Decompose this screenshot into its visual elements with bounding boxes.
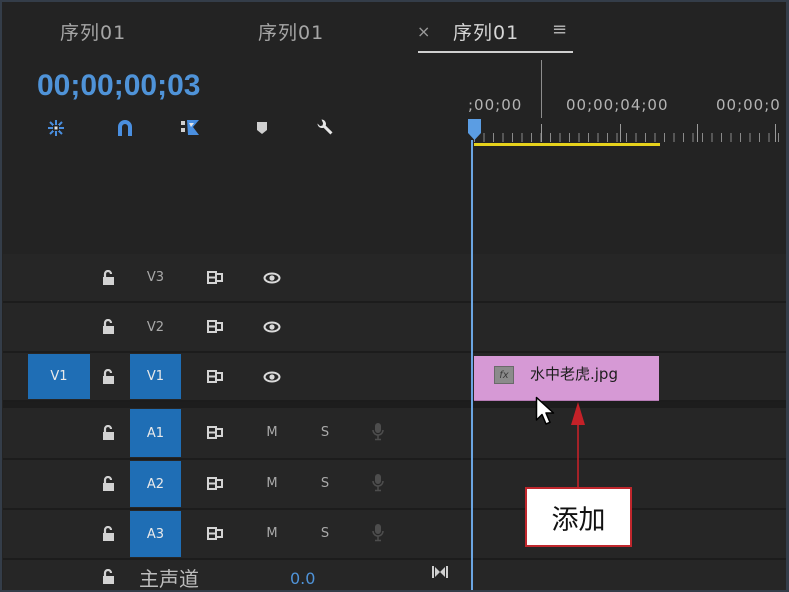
annotation-callout: 添加 bbox=[525, 487, 632, 547]
track-target-v3[interactable]: V3 bbox=[130, 255, 181, 300]
track-target-v1[interactable]: V1 bbox=[130, 354, 181, 399]
nest-insert-icon[interactable] bbox=[46, 119, 66, 137]
track-target-v2[interactable]: V2 bbox=[130, 304, 181, 350]
track-row-a2: A2 M S bbox=[3, 460, 786, 510]
ruler-major-tick bbox=[541, 124, 542, 142]
source-track-name: V1 bbox=[50, 369, 68, 384]
ruler-label: ;00;00 bbox=[468, 96, 523, 114]
track-target-a2[interactable]: A2 bbox=[130, 461, 181, 507]
ruler-major-tick bbox=[697, 124, 698, 142]
annotation-arrow-icon bbox=[568, 400, 588, 490]
tab-sequence-1[interactable]: 序列01 bbox=[60, 18, 126, 45]
track-row-v2: V2 bbox=[3, 303, 786, 353]
ruler-label: 00;00;0 bbox=[716, 96, 781, 114]
track-name: V1 bbox=[146, 369, 165, 384]
sync-lock-icon[interactable] bbox=[207, 527, 224, 540]
track-row-a1: A1 M S bbox=[3, 408, 786, 460]
track-name: A1 bbox=[146, 425, 165, 441]
microphone-icon[interactable] bbox=[371, 422, 385, 441]
master-volume-value[interactable]: 0.0 bbox=[290, 569, 315, 588]
work-area-bar[interactable] bbox=[474, 143, 660, 146]
track-target-a1[interactable]: A1 bbox=[130, 409, 181, 457]
track-row-a3: A3 M S bbox=[3, 510, 786, 560]
lock-open-icon[interactable] bbox=[102, 425, 115, 441]
track-row-v1: V1 V1 bbox=[3, 353, 786, 402]
snap-magnet-icon[interactable] bbox=[117, 119, 133, 137]
mute-button[interactable]: M bbox=[264, 423, 280, 441]
track-name: V3 bbox=[146, 270, 165, 285]
wrench-settings-icon[interactable] bbox=[316, 118, 334, 138]
lock-open-icon[interactable] bbox=[102, 319, 115, 335]
lock-open-icon[interactable] bbox=[102, 526, 115, 542]
sync-lock-icon[interactable] bbox=[207, 426, 224, 439]
ruler-major-tick bbox=[775, 124, 776, 142]
track-row-v3: V3 bbox=[3, 254, 786, 303]
sync-lock-icon[interactable] bbox=[207, 271, 224, 284]
ruler-hover-line bbox=[541, 60, 542, 118]
fx-badge[interactable]: fx bbox=[494, 366, 514, 384]
tab-sequence-2[interactable]: 序列01 bbox=[258, 18, 324, 45]
panel-menu-button[interactable]: ≡ bbox=[552, 19, 567, 40]
sync-lock-icon[interactable] bbox=[207, 477, 224, 490]
clip-name: 水中老虎.jpg bbox=[530, 365, 618, 383]
eye-icon[interactable] bbox=[263, 371, 281, 383]
source-patch-v1[interactable]: V1 bbox=[28, 354, 90, 399]
microphone-icon[interactable] bbox=[371, 523, 385, 542]
add-marker-icon[interactable] bbox=[256, 121, 268, 135]
playhead-timecode[interactable]: 00;00;00;03 bbox=[37, 69, 200, 103]
lock-open-icon[interactable] bbox=[102, 270, 115, 286]
lock-open-icon[interactable] bbox=[102, 476, 115, 492]
track-name: A2 bbox=[146, 476, 165, 492]
solo-button[interactable]: S bbox=[317, 474, 333, 492]
eye-icon[interactable] bbox=[263, 321, 281, 333]
ruler-label: 00;00;04;00 bbox=[566, 96, 669, 114]
playhead-line[interactable] bbox=[471, 140, 473, 592]
track-row-master: 主声道 0.0 bbox=[3, 560, 786, 592]
mute-button[interactable]: M bbox=[264, 474, 280, 492]
mute-button[interactable]: M bbox=[264, 524, 280, 542]
timeline-panel: 序列01 序列01 × 序列01 ≡ 00;00;00;03 ;00;00 00… bbox=[0, 0, 789, 592]
microphone-icon[interactable] bbox=[371, 473, 385, 492]
master-track-label: 主声道 bbox=[139, 567, 199, 591]
track-target-a3[interactable]: A3 bbox=[130, 511, 181, 557]
active-tab-underline bbox=[418, 51, 573, 53]
lock-open-icon[interactable] bbox=[102, 569, 115, 585]
ruler-major-tick bbox=[620, 124, 621, 142]
tab-close-button[interactable]: × bbox=[417, 22, 430, 41]
track-name: A3 bbox=[146, 526, 165, 542]
eye-icon[interactable] bbox=[263, 272, 281, 284]
ruler-ticks[interactable] bbox=[474, 133, 786, 142]
sync-lock-icon[interactable] bbox=[207, 370, 224, 383]
go-to-in-out-icon[interactable] bbox=[432, 565, 448, 579]
tab-sequence-active[interactable]: 序列01 bbox=[453, 18, 519, 45]
mouse-cursor-icon bbox=[535, 396, 557, 428]
lock-open-icon[interactable] bbox=[102, 369, 115, 385]
track-name: V2 bbox=[146, 319, 165, 335]
timeline-clip[interactable]: fx 水中老虎.jpg bbox=[474, 356, 659, 401]
playhead-handle[interactable] bbox=[468, 119, 481, 141]
sync-lock-icon[interactable] bbox=[207, 320, 224, 333]
solo-button[interactable]: S bbox=[317, 423, 333, 441]
solo-button[interactable]: S bbox=[317, 524, 333, 542]
linked-selection-icon[interactable] bbox=[180, 119, 200, 137]
